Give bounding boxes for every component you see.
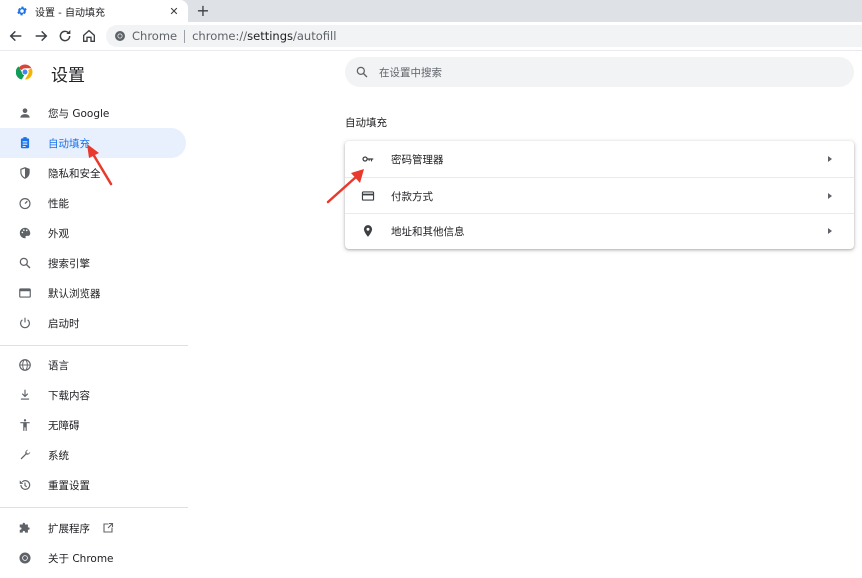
- sidebar-divider: [0, 345, 188, 346]
- reload-icon[interactable]: [57, 28, 73, 44]
- globe-icon: [19, 359, 31, 371]
- sidebar-item-accessibility[interactable]: 无障碍: [0, 410, 186, 440]
- sidebar-item-you-and-google[interactable]: 您与 Google: [0, 98, 186, 128]
- autofill-card: 密码管理器 付款方式 地址和其他信息: [345, 141, 854, 249]
- sidebar-item-privacy[interactable]: 隐私和安全: [0, 158, 186, 188]
- page-title: 设置: [51, 66, 85, 86]
- sidebar-item-label: 自动填充: [48, 137, 90, 150]
- palette-icon: [19, 227, 31, 239]
- search-icon: [19, 257, 31, 269]
- wrench-icon: [20, 449, 31, 460]
- sidebar-divider: [0, 507, 188, 508]
- section-title: 自动填充: [345, 117, 387, 129]
- row-label: 付款方式: [391, 190, 433, 203]
- address-bar[interactable]: Chrome chrome://settings/autofill: [106, 25, 862, 47]
- tab-strip: 设置 - 自动填充 ✕ +: [0, 0, 862, 22]
- download-icon: [20, 389, 30, 400]
- sidebar-item-system[interactable]: 系统: [0, 440, 186, 470]
- open-in-new-icon: [103, 522, 114, 533]
- person-icon: [20, 108, 30, 118]
- tab-settings[interactable]: 设置 - 自动填充 ✕: [0, 0, 188, 22]
- browser-toolbar: Chrome chrome://settings/autofill: [0, 22, 862, 51]
- location-pin-icon: [363, 225, 373, 237]
- tab-close-icon[interactable]: ✕: [168, 5, 180, 18]
- credit-card-icon: [361, 191, 375, 201]
- sidebar-item-downloads[interactable]: 下载内容: [0, 380, 186, 410]
- sidebar-item-label: 默认浏览器: [48, 287, 101, 300]
- sidebar-item-label: 扩展程序: [48, 522, 90, 535]
- sidebar-item-label: 性能: [48, 197, 69, 210]
- chrome-logo-icon: [16, 64, 33, 80]
- clipboard-icon: [20, 137, 30, 149]
- sidebar-item-label: 语言: [48, 359, 69, 372]
- shield-icon: [20, 167, 30, 179]
- back-arrow-icon[interactable]: [8, 28, 24, 44]
- row-label: 密码管理器: [391, 153, 444, 166]
- arrow-right-icon: [828, 228, 832, 234]
- payment-methods-row[interactable]: 付款方式: [345, 178, 854, 214]
- sidebar-item-label: 启动时: [48, 317, 80, 330]
- power-icon: [20, 317, 30, 329]
- row-label: 地址和其他信息: [391, 225, 465, 238]
- sidebar-item-label: 外观: [48, 227, 69, 240]
- forward-arrow-icon[interactable]: [33, 28, 49, 44]
- password-manager-row[interactable]: 密码管理器: [345, 141, 854, 177]
- sidebar-item-reset-settings[interactable]: 重置设置: [0, 470, 186, 500]
- sidebar-item-label: 搜索引擎: [48, 257, 90, 270]
- sidebar-item-extensions[interactable]: 扩展程序: [0, 513, 186, 543]
- accessibility-icon: [20, 419, 30, 431]
- sidebar-item-label: 关于 Chrome: [48, 552, 114, 565]
- sidebar-item-label: 系统: [48, 449, 69, 462]
- puzzle-icon: [19, 522, 30, 533]
- sidebar-item-performance[interactable]: 性能: [0, 188, 186, 218]
- arrow-right-icon: [828, 156, 832, 162]
- settings-gear-icon: [17, 6, 27, 16]
- site-chip-label: Chrome: [132, 29, 178, 43]
- search-icon: [356, 66, 368, 78]
- sidebar-item-autofill[interactable]: 自动填充: [0, 128, 186, 158]
- sidebar-item-label: 重置设置: [48, 479, 90, 492]
- settings-search-input[interactable]: 在设置中搜索: [345, 57, 854, 87]
- url-text: chrome://settings/autofill: [192, 29, 337, 43]
- sidebar-item-languages[interactable]: 语言: [0, 350, 186, 380]
- tab-title: 设置 - 自动填充: [35, 7, 105, 19]
- home-icon[interactable]: [81, 28, 97, 44]
- browser-window-icon: [19, 288, 31, 298]
- sidebar-item-label: 您与 Google: [48, 107, 110, 120]
- sidebar-item-default-browser[interactable]: 默认浏览器: [0, 278, 186, 308]
- key-icon: [362, 156, 374, 162]
- chrome-site-icon: [115, 31, 125, 41]
- sidebar-item-about-chrome[interactable]: 关于 Chrome: [0, 543, 186, 573]
- addresses-row[interactable]: 地址和其他信息: [345, 213, 854, 249]
- speedometer-icon: [19, 198, 31, 210]
- sidebar-item-label: 下载内容: [48, 389, 90, 402]
- arrow-right-icon: [828, 193, 832, 199]
- omnibox-divider: [184, 29, 186, 43]
- sidebar-item-label: 无障碍: [48, 419, 80, 432]
- new-tab-button[interactable]: +: [195, 1, 211, 21]
- history-icon: [19, 480, 31, 490]
- sidebar-item-appearance[interactable]: 外观: [0, 218, 186, 248]
- sidebar-item-on-startup[interactable]: 启动时: [0, 308, 186, 338]
- search-placeholder: 在设置中搜索: [379, 66, 442, 79]
- chrome-icon: [19, 552, 31, 564]
- sidebar-item-label: 隐私和安全: [48, 167, 101, 180]
- sidebar-item-search-engine[interactable]: 搜索引擎: [0, 248, 186, 278]
